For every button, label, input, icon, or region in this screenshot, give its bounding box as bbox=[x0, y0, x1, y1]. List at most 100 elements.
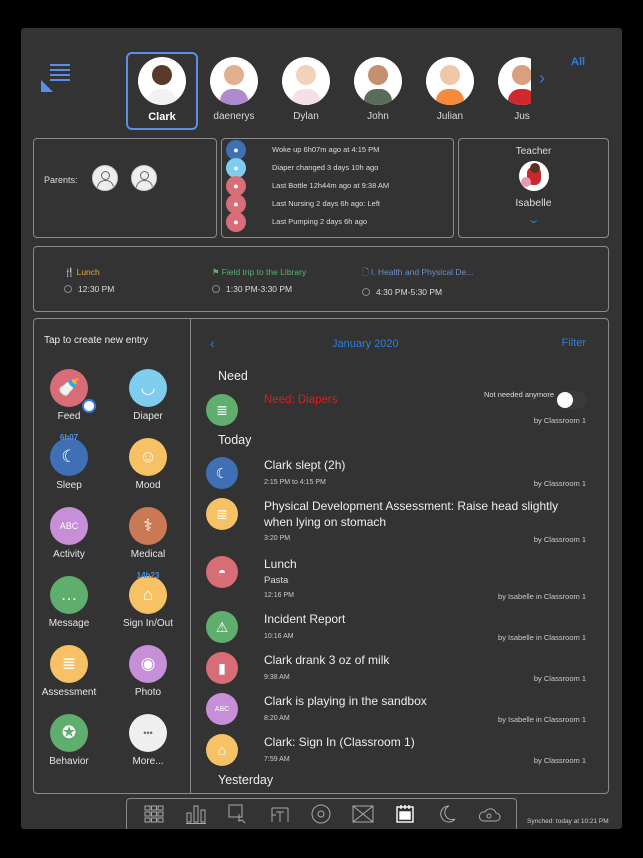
event-title: Incident Report bbox=[264, 612, 346, 626]
schedule-item[interactable]: 🗋 I. Health and Physical De... 4:30 PM-5:… bbox=[362, 267, 473, 297]
toolbar-classroom-button[interactable] bbox=[268, 803, 292, 825]
feed-event[interactable]: ⌂ Clark: Sign In (Classroom 1) 7:59 AM b… bbox=[206, 734, 586, 770]
status-text: Last Bottle 12h44m ago at 9:38 AM bbox=[272, 181, 390, 190]
teacher-name: Isabelle bbox=[515, 197, 552, 209]
child-name: Jus bbox=[514, 111, 530, 122]
schedule-time: 1:30 PM-3:30 PM bbox=[226, 284, 293, 294]
child-daenerys[interactable]: daenerys bbox=[198, 52, 270, 130]
previous-month-button[interactable]: ‹ bbox=[210, 335, 215, 351]
toolbar-calendar-button[interactable] bbox=[393, 803, 417, 825]
child-julian[interactable]: Julian bbox=[414, 52, 486, 130]
create-message-button[interactable]: … Message bbox=[39, 576, 99, 629]
create-sleep-button[interactable]: ☾ 6h07 Sleep bbox=[39, 433, 99, 491]
pumping-icon: ● bbox=[226, 212, 246, 232]
bar-chart-icon bbox=[185, 804, 207, 824]
teacher-label: Teacher bbox=[515, 146, 552, 157]
parent-avatar[interactable] bbox=[131, 165, 157, 191]
event-time: 9:38 AM bbox=[264, 674, 290, 681]
night-icon bbox=[437, 804, 457, 824]
mail-icon bbox=[352, 805, 374, 823]
home-icon: ⌂ bbox=[206, 734, 238, 766]
tile-label: Photo bbox=[134, 687, 162, 698]
diaper-icon: ● bbox=[226, 158, 246, 178]
child-john[interactable]: John bbox=[342, 52, 414, 130]
feed-event[interactable]: ▮ Clark drank 3 oz of milk 9:38 AM by Cl… bbox=[206, 652, 586, 688]
create-behavior-button[interactable]: ✪ Behavior bbox=[39, 714, 99, 767]
feed-event[interactable]: ⚠ Incident Report 10:16 AM by Isabelle i… bbox=[206, 611, 586, 647]
toolbar-cloud-sync-button[interactable] bbox=[477, 803, 501, 825]
teacher-avatar[interactable] bbox=[518, 161, 549, 191]
not-needed-toggle[interactable] bbox=[556, 391, 586, 409]
next-children-button[interactable]: › bbox=[539, 68, 545, 89]
toolbar-night-button[interactable] bbox=[435, 803, 459, 825]
month-title[interactable]: January 2020 bbox=[332, 338, 399, 350]
tile-label: More... bbox=[132, 756, 164, 767]
sleep-icon: ● bbox=[226, 140, 246, 160]
fork-knife-icon: 🍴 bbox=[64, 267, 75, 277]
need-item[interactable]: ≣ Need: Diapers Not needed anymore by Cl… bbox=[206, 390, 586, 426]
create-photo-button[interactable]: ◉ Photo bbox=[118, 645, 178, 698]
create-more-button[interactable]: ••• More... bbox=[118, 714, 178, 767]
flag-icon: ⚑ bbox=[212, 267, 220, 277]
message-icon: … bbox=[50, 576, 88, 614]
child-clark[interactable]: Clark bbox=[126, 52, 198, 130]
toolbar-bar-chart-button[interactable] bbox=[184, 803, 208, 825]
not-needed-label: Not needed anymore bbox=[483, 390, 554, 399]
feed-event[interactable]: ≣ Physical Development Assessment: Raise… bbox=[206, 498, 586, 544]
child-jus[interactable]: Jus bbox=[486, 52, 531, 130]
child-name: daenerys bbox=[213, 111, 255, 122]
parents-panel: Parents: bbox=[33, 138, 217, 238]
feed-event[interactable]: ◓ Lunch Pasta 12:16 PM by Isabelle in Cl… bbox=[206, 556, 586, 601]
event-author: by Classroom 1 bbox=[533, 756, 586, 765]
toolbar-calendar-tap-button[interactable] bbox=[226, 803, 250, 825]
status-text: Last Pumping 2 days 6h ago bbox=[272, 217, 368, 226]
schedule-item[interactable]: 🍴 Lunch 12:30 PM bbox=[64, 267, 114, 294]
child-avatar bbox=[354, 57, 402, 105]
create-entry-column: Tap to create new entry 🍼 Feed ◡ Diaper ☾ 6… bbox=[34, 319, 191, 793]
create-entry-header: Tap to create new entry bbox=[44, 335, 148, 346]
sleep-icon: ☾ bbox=[206, 457, 238, 489]
more-icon: ••• bbox=[129, 714, 167, 752]
bottle-icon: ▮ bbox=[206, 652, 238, 684]
filter-button[interactable]: Filter bbox=[562, 337, 586, 349]
tile-label: Sleep bbox=[56, 480, 82, 491]
event-author: by Classroom 1 bbox=[533, 535, 586, 544]
toolbar-settings-button[interactable] bbox=[309, 803, 333, 825]
event-author: by Isabelle in Classroom 1 bbox=[498, 633, 586, 642]
children-carousel[interactable]: Clark daenerys Dylan John Julian Jus bbox=[126, 52, 531, 130]
tile-label: Medical bbox=[130, 549, 166, 560]
feed-event[interactable]: ABC Clark is playing in the sandbox 8:20… bbox=[206, 693, 586, 729]
event-author: by Isabelle in Classroom 1 bbox=[498, 715, 586, 724]
create-medical-button[interactable]: ⚕ Medical bbox=[118, 507, 178, 560]
all-children-link[interactable]: All bbox=[571, 56, 585, 68]
yesterday-section-header: Yesterday bbox=[218, 773, 274, 787]
app-screen: Clark daenerys Dylan John Julian Jus › A… bbox=[21, 28, 622, 829]
parents-label: Parents: bbox=[44, 175, 78, 185]
assessment-icon: ≣ bbox=[50, 645, 88, 683]
child-name: Julian bbox=[436, 111, 464, 122]
bowl-icon: ◓ bbox=[206, 556, 238, 588]
status-row: ● Woke up 6h07m ago at 4:15 PM bbox=[226, 140, 451, 160]
toolbar-grid-button[interactable] bbox=[142, 803, 166, 825]
mood-icon: ☺ bbox=[129, 438, 167, 476]
child-name: Clark bbox=[148, 111, 176, 123]
bottom-toolbar bbox=[126, 798, 517, 829]
create-mood-button[interactable]: ☺ Mood bbox=[118, 438, 178, 491]
feed-event[interactable]: ☾ Clark slept (2h) 2:15 PM to 4:15 PM by… bbox=[206, 457, 586, 493]
schedule-time: 4:30 PM-5:30 PM bbox=[376, 287, 443, 297]
parent-avatar[interactable] bbox=[92, 165, 118, 191]
create-diaper-button[interactable]: ◡ Diaper bbox=[118, 369, 178, 422]
event-time: 12:16 PM bbox=[264, 592, 294, 599]
schedule-title: Lunch bbox=[76, 267, 100, 277]
child-dylan[interactable]: Dylan bbox=[270, 52, 342, 130]
toolbar-mail-button[interactable] bbox=[351, 803, 375, 825]
event-title: Clark: Sign In (Classroom 1) bbox=[264, 735, 415, 749]
create-feed-button[interactable]: 🍼 Feed bbox=[39, 369, 99, 422]
schedule-item[interactable]: ⚑ Field trip to the Library 1:30 PM-3:30 … bbox=[212, 267, 306, 294]
create-assessment-button[interactable]: ≣ Assessment bbox=[39, 645, 99, 698]
create-activity-button[interactable]: ABC Activity bbox=[39, 507, 99, 560]
chevron-down-icon[interactable]: ⌄ bbox=[527, 213, 541, 226]
event-title: Physical Development Assessment: Raise h… bbox=[264, 499, 559, 529]
list-menu-button[interactable] bbox=[41, 62, 73, 92]
create-sign-in-out-button[interactable]: ⌂ 14h23 Sign In/Out bbox=[118, 571, 178, 629]
